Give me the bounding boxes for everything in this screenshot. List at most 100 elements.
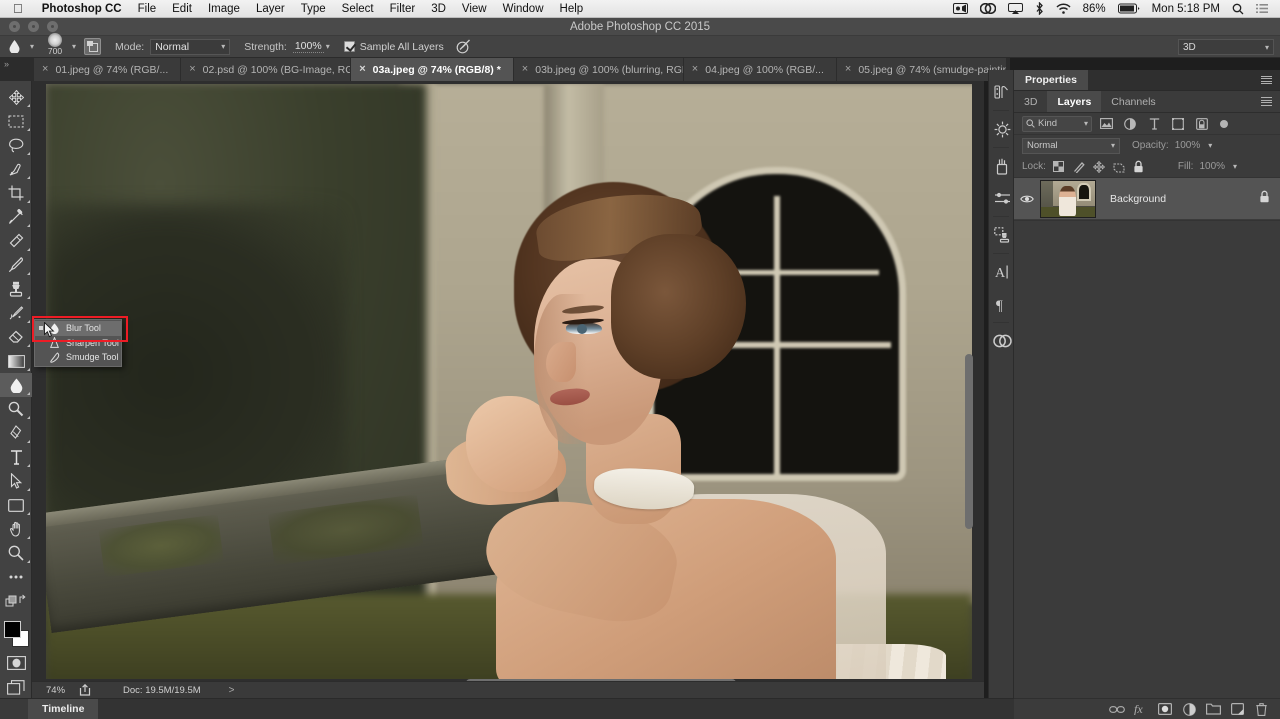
menu-window[interactable]: Window — [495, 0, 552, 18]
eraser-tool[interactable] — [0, 325, 32, 349]
hand-tool[interactable] — [0, 517, 32, 541]
strength-value[interactable]: 100% — [292, 40, 324, 53]
move-tool[interactable] — [0, 85, 32, 109]
document-tab-02[interactable]: × 02.psd @ 100% (BG-Image, RGB/... — [181, 58, 352, 81]
layer-thumbnail[interactable] — [1040, 179, 1096, 218]
document-tab-05[interactable]: × 05.jpeg @ 74% (smudge-paintin... — [836, 58, 1007, 81]
close-icon[interactable]: × — [42, 64, 48, 75]
crop-tool[interactable] — [0, 181, 32, 205]
creative-cloud-icon[interactable] — [974, 3, 1002, 14]
workspace-select[interactable]: 3D ▾ — [1178, 39, 1274, 55]
brush-settings-icon[interactable] — [989, 182, 1015, 214]
lock-transparent-pixels-icon[interactable] — [1052, 160, 1066, 174]
lock-all-icon[interactable] — [1132, 160, 1146, 174]
quick-mask-icon[interactable] — [0, 651, 32, 675]
close-icon[interactable]: × — [522, 64, 528, 75]
close-icon[interactable]: × — [845, 64, 851, 75]
menu-edit[interactable]: Edit — [164, 0, 200, 18]
menu-image[interactable]: Image — [200, 0, 248, 18]
brushes-icon[interactable] — [989, 150, 1015, 182]
airplay-icon[interactable] — [1002, 3, 1029, 14]
rectangle-tool[interactable] — [0, 493, 32, 517]
smart-object-filter-icon[interactable] — [1192, 115, 1212, 133]
layer-row-background[interactable]: Background — [1014, 178, 1280, 220]
foreground-background-color[interactable] — [0, 617, 32, 651]
menu-help[interactable]: Help — [552, 0, 592, 18]
blend-mode-select[interactable]: Normal ▾ — [1022, 137, 1120, 154]
screen-mode-icon[interactable] — [0, 675, 32, 699]
status-expand-icon[interactable]: > — [201, 685, 235, 696]
brush-preset-picker-icon[interactable] — [84, 38, 102, 55]
shape-layer-filter-icon[interactable] — [1168, 115, 1188, 133]
horizontal-type-tool[interactable] — [0, 445, 32, 469]
tab-overflow-icon[interactable]: » — [0, 58, 34, 81]
cc-libraries-icon[interactable] — [989, 325, 1015, 357]
gradient-tool[interactable] — [0, 349, 32, 373]
layer-visibility-toggle[interactable] — [1014, 194, 1040, 204]
close-icon[interactable]: × — [359, 64, 365, 75]
foreground-color-swatch[interactable] — [4, 621, 21, 638]
close-icon[interactable]: × — [692, 64, 698, 75]
layer-name[interactable]: Background — [1110, 193, 1166, 205]
menu-type[interactable]: Type — [293, 0, 334, 18]
blur-tool-droplet-icon[interactable] — [0, 40, 28, 53]
panel-menu-icon[interactable] — [1253, 70, 1280, 90]
zoom-tool[interactable] — [0, 541, 32, 565]
quick-selection-tool[interactable] — [0, 157, 32, 181]
opacity-chevron-icon[interactable]: ▾ — [1208, 141, 1212, 150]
brush-preset-chevron-icon[interactable]: ▾ — [72, 42, 76, 51]
document-tab-03b[interactable]: × 03b.jpeg @ 100% (blurring, RGB/... — [513, 58, 684, 81]
pen-tool[interactable] — [0, 421, 32, 445]
strength-chevron-icon[interactable]: ▾ — [326, 42, 330, 51]
eyedropper-tool[interactable] — [0, 205, 32, 229]
brush-tool[interactable] — [0, 253, 32, 277]
fill-chevron-icon[interactable]: ▾ — [1233, 162, 1237, 171]
scrollbar-thumb[interactable] — [965, 354, 973, 529]
sample-all-layers-checkbox[interactable]: Sample All Layers — [343, 41, 444, 53]
brush-size-preview[interactable]: 700 — [40, 33, 70, 58]
tab-3d[interactable]: 3D — [1014, 91, 1047, 112]
edit-toolbar-tool[interactable] — [0, 565, 32, 589]
menu-layer[interactable]: Layer — [248, 0, 293, 18]
screen-record-icon[interactable] — [947, 3, 974, 14]
tool-preset-chevron-icon[interactable]: ▾ — [30, 42, 34, 51]
menu-filter[interactable]: Filter — [382, 0, 424, 18]
rectangular-marquee-tool[interactable] — [0, 109, 32, 133]
close-icon[interactable]: × — [189, 64, 195, 75]
delete-layer-icon[interactable] — [1250, 699, 1272, 719]
adjustments-icon[interactable] — [989, 113, 1015, 145]
notification-center-icon[interactable] — [1250, 3, 1274, 14]
paragraph-icon[interactable]: ¶ — [989, 288, 1015, 320]
clone-stamp-tool[interactable] — [0, 277, 32, 301]
bluetooth-icon[interactable] — [1029, 2, 1050, 15]
new-adjustment-layer-icon[interactable] — [1178, 699, 1200, 719]
layer-lock-icon[interactable] — [1259, 190, 1280, 208]
flyout-item-smudge-tool[interactable]: Smudge Tool — [35, 350, 121, 365]
history-brush-tool[interactable] — [0, 301, 32, 325]
clone-source-icon[interactable] — [989, 219, 1015, 251]
fill-value[interactable]: 100% — [1199, 161, 1225, 172]
document-tab-03a[interactable]: × 03a.jpeg @ 74% (RGB/8) * — [351, 58, 514, 81]
airbrush-pressure-icon[interactable] — [456, 39, 472, 54]
new-group-icon[interactable] — [1202, 699, 1224, 719]
spot-healing-brush-tool[interactable] — [0, 229, 32, 253]
document-canvas[interactable] — [46, 84, 972, 679]
panel-menu-icon[interactable] — [1253, 91, 1280, 112]
battery-icon[interactable] — [1112, 3, 1146, 14]
lock-image-pixels-icon[interactable] — [1072, 160, 1086, 174]
filter-toggle-icon[interactable] — [1220, 119, 1228, 128]
blur-tool[interactable] — [0, 373, 32, 397]
wifi-icon[interactable] — [1050, 3, 1077, 14]
tab-layers[interactable]: Layers — [1047, 91, 1102, 112]
canvas-vertical-scrollbar[interactable] — [965, 84, 973, 679]
search-icon[interactable] — [1226, 3, 1250, 15]
link-layers-icon[interactable] — [1106, 699, 1128, 719]
path-selection-tool[interactable] — [0, 469, 32, 493]
canvas-area[interactable] — [32, 81, 984, 698]
zoom-level[interactable]: 74% — [32, 685, 75, 696]
layer-style-fx-icon[interactable]: fx — [1130, 699, 1152, 719]
menu-3d[interactable]: 3D — [423, 0, 454, 18]
apple-icon[interactable]:  — [0, 2, 34, 15]
tab-properties[interactable]: Properties — [1014, 70, 1088, 90]
type-layer-filter-icon[interactable] — [1144, 115, 1164, 133]
